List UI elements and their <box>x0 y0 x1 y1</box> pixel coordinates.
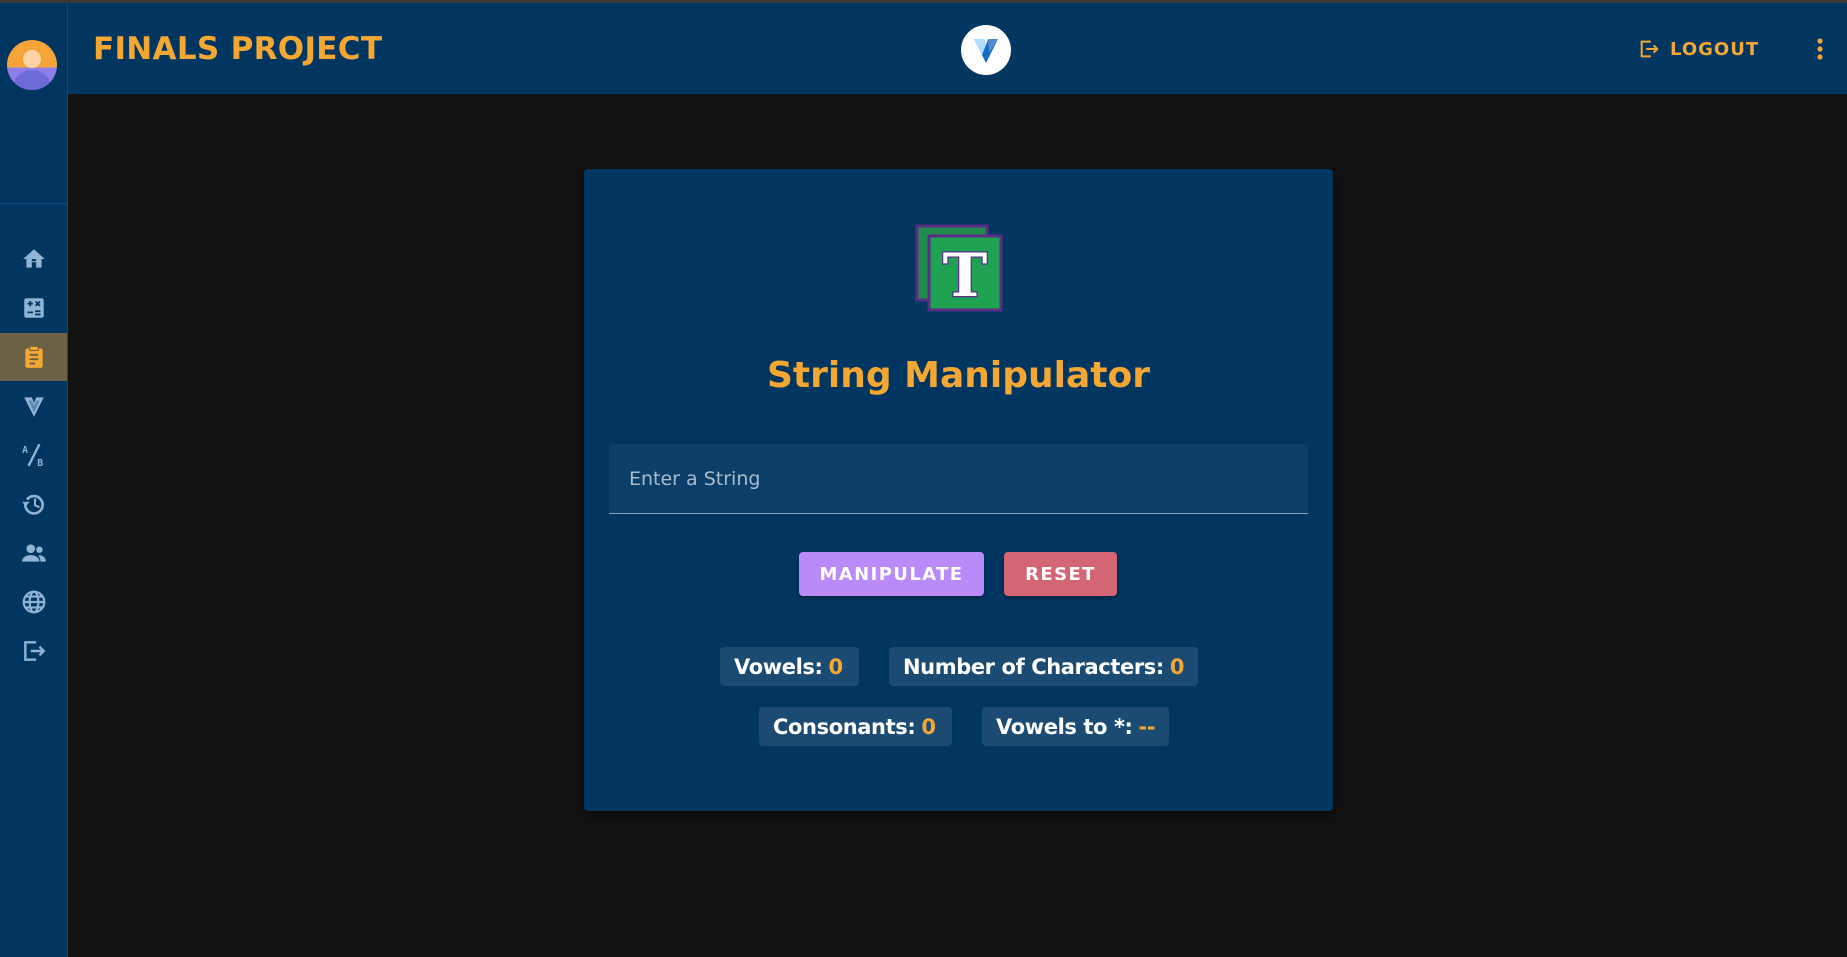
home-icon <box>22 249 45 268</box>
svg-text:B: B <box>37 458 43 468</box>
card-title: String Manipulator <box>767 355 1150 396</box>
sidebar-item-vuetify[interactable] <box>0 382 67 430</box>
vowels-to-star-chip: Vowels to *: -- <box>982 707 1169 746</box>
logout-icon <box>1640 40 1659 58</box>
navigation-drawer: AB <box>0 3 68 957</box>
sidebar-item-ab-testing[interactable]: AB <box>0 431 67 479</box>
vowels-to-star-label: Vowels to *: <box>996 714 1133 739</box>
manipulate-button[interactable]: MANIPULATE <box>799 552 984 596</box>
vowels-to-star-value: -- <box>1138 714 1156 739</box>
ab-testing-icon: AB <box>22 443 43 468</box>
globe-icon <box>22 590 45 614</box>
calculator-icon <box>23 298 44 318</box>
character-count-chip: Number of Characters: 0 <box>889 647 1198 686</box>
vuetify-logo[interactable] <box>961 25 1011 75</box>
string-manipulator-card: T String Manipulator MANIPULATE RESET Vo… <box>584 169 1333 811</box>
vowels-count-chip: Vowels: 0 <box>720 647 859 686</box>
sidebar-item-users[interactable] <box>0 529 67 577</box>
sidebar-item-logout[interactable] <box>0 627 67 675</box>
sidebar-item-globe[interactable] <box>0 578 67 626</box>
svg-text:A: A <box>22 445 28 456</box>
consonants-label: Consonants: <box>773 714 916 739</box>
vowels-value: 0 <box>828 654 843 679</box>
text-format-icon: T <box>915 224 1003 312</box>
consonants-count-chip: Consonants: 0 <box>759 707 952 746</box>
dots-vertical-icon <box>1817 38 1823 60</box>
chars-value: 0 <box>1169 654 1185 679</box>
app-title: FINALS PROJECT <box>93 31 383 67</box>
chars-label: Number of Characters: <box>903 654 1164 679</box>
logout-icon <box>23 641 45 661</box>
sidebar-item-home[interactable] <box>0 235 67 283</box>
vuetify-logo-icon <box>974 39 998 63</box>
string-input[interactable] <box>609 444 1308 513</box>
logout-label: LOGOUT <box>1670 38 1760 60</box>
users-icon <box>21 544 46 562</box>
svg-text:T: T <box>943 241 988 311</box>
sidebar-item-string-manipulator[interactable] <box>0 333 67 381</box>
vuetify-icon <box>23 397 44 417</box>
logout-button[interactable]: LOGOUT <box>1638 33 1759 65</box>
app-bar: FINALS PROJECT LOGOUT <box>68 3 1847 94</box>
vowels-label: Vowels: <box>734 654 823 679</box>
consonants-value: 0 <box>921 714 936 739</box>
reset-button[interactable]: RESET <box>1004 552 1117 596</box>
avatar-body <box>14 70 50 90</box>
avatar[interactable] <box>7 40 57 90</box>
more-menu-button[interactable] <box>1808 35 1832 63</box>
sidebar-item-calculator[interactable] <box>0 284 67 332</box>
string-input-field[interactable] <box>609 444 1308 514</box>
sidebar-item-history[interactable] <box>0 480 67 528</box>
history-icon <box>21 494 44 515</box>
sidebar-divider <box>0 203 67 204</box>
avatar-head <box>23 50 41 68</box>
clipboard-icon <box>24 345 43 368</box>
